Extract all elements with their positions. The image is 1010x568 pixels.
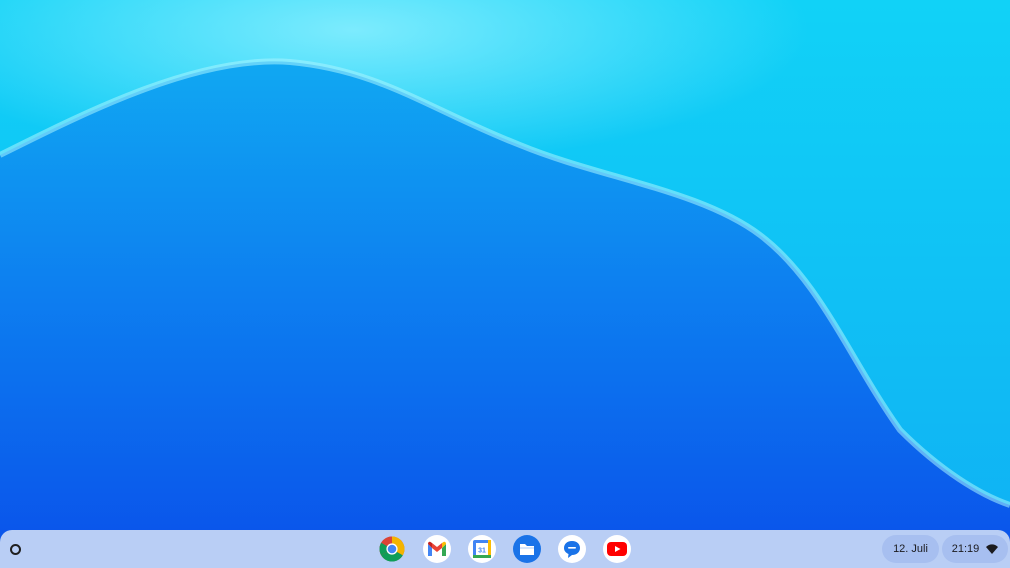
date-text: 12. Juli (893, 543, 928, 555)
calendar-icon: 31 (473, 540, 491, 558)
app-calendar[interactable]: 31 (468, 535, 496, 563)
youtube-icon (607, 542, 627, 556)
wallpaper (0, 0, 1010, 568)
date-tray[interactable]: 12. Juli (882, 535, 939, 563)
time-text: 21:19 (951, 543, 980, 555)
launcher-button[interactable] (4, 538, 26, 560)
app-gmail[interactable] (423, 535, 451, 563)
gmail-icon (428, 541, 446, 556)
shelf: 31 12. Juli 21:19 (0, 530, 1010, 568)
chrome-icon (379, 536, 405, 562)
pinned-apps: 31 (378, 535, 631, 563)
app-youtube[interactable] (603, 535, 631, 563)
files-icon (520, 543, 534, 555)
messages-icon (564, 541, 580, 558)
desktop: 31 12. Juli 21:19 (0, 0, 1010, 568)
app-files[interactable] (513, 535, 541, 563)
wifi-icon (986, 544, 999, 554)
calendar-badge: 31 (478, 548, 486, 555)
status-tray[interactable]: 21:19 (942, 535, 1008, 563)
launcher-circle-icon (9, 543, 21, 555)
app-messages[interactable] (558, 535, 586, 563)
app-chrome[interactable] (378, 535, 406, 563)
